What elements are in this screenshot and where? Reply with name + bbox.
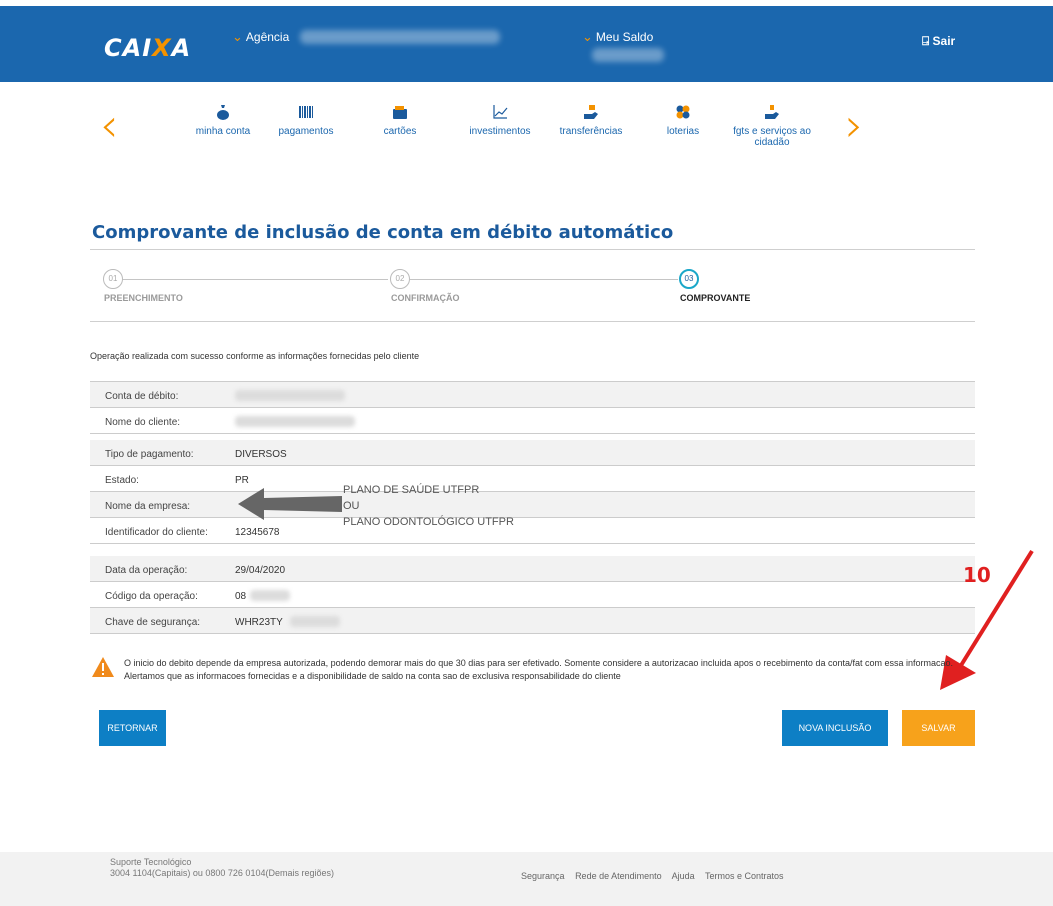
nome-label: Nome do cliente: [105,417,181,428]
detail-row-conta: Conta de débito: [90,382,975,408]
nav-label: fgts e serviços ao cidadão [733,126,811,148]
nav-label: loterias [666,126,700,137]
detail-row-data: Data da operação: 29/04/2020 [90,556,975,582]
annotation-line-2: OU [343,500,360,512]
header-bar: CAIXA ⌄ Agência ⌄ Meu Saldo ⍈ Sair [0,6,1053,82]
detail-group-operation: Data da operação: 29/04/2020 Código da o… [90,556,975,634]
salvar-button[interactable]: SALVAR [902,710,975,746]
page-title: Comprovante de inclusão de conta em débi… [92,222,674,243]
data-value: 29/04/2020 [235,565,286,576]
footer-links: Segurança Rede de Atendimento Ajuda Term… [521,871,792,881]
footer-link-termos[interactable]: Termos e Contratos [705,871,784,881]
codigo-blurred-value [250,590,290,601]
support-title: Suporte Tecnológico [110,857,192,867]
carousel-prev-arrow[interactable]: ‹ [100,102,118,148]
chevron-down-icon: ⌄ [232,29,243,44]
detail-row-empresa: Nome da empresa: [90,492,975,518]
nav-label: transferências [559,126,623,137]
caixa-logo[interactable]: CAIXA [104,34,191,62]
nav-item-minha-conta[interactable]: minha conta [193,104,253,137]
step-1-circle: 01 [103,269,123,289]
footer: Suporte Tecnológico 3004 1104(Capitais) … [0,852,1053,906]
footer-link-seguranca[interactable]: Segurança [521,871,565,881]
data-label: Data da operação: [105,565,188,576]
nav-item-fgts[interactable]: fgts e serviços ao cidadão [722,104,822,148]
detail-row-tipo: Tipo de pagamento: DIVERSOS [90,440,975,466]
nav-item-loterias[interactable]: loterias [661,104,705,137]
money-bag-icon [217,105,229,120]
saldo-dropdown[interactable]: ⌄ Meu Saldo [582,29,653,45]
step-2-label: CONFIRMAÇÃO [391,293,460,303]
detail-group-payment: Tipo de pagamento: DIVERSOS Estado: PR N… [90,440,975,544]
logout-label: Sair [932,34,956,48]
nav-item-transferencias[interactable]: transferências [555,104,627,137]
stepper-divider [90,321,975,322]
detail-row-estado: Estado: PR [90,466,975,492]
nav-label: cartões [383,126,417,137]
detail-group-account: Conta de débito: Nome do cliente: [90,381,975,434]
step-connector [120,279,388,280]
wallet-icon [393,106,407,119]
agencia-label: Agência [245,30,290,44]
retornar-button[interactable]: RETORNAR [99,710,166,746]
estado-label: Estado: [105,475,139,486]
agencia-blurred-info [300,30,500,44]
clover-icon [676,105,690,119]
success-message: Operação realizada com sucesso conforme … [90,351,420,361]
conta-label: Conta de débito: [105,391,179,402]
empresa-label: Nome da empresa: [105,501,191,512]
annotation-arrow-left-icon [238,488,342,520]
nome-blurred-value [235,416,355,427]
logout-button[interactable]: ⍈ Sair [922,34,955,49]
nova-inclusao-button[interactable]: NOVA INCLUSÃO [782,710,888,746]
step-connector [410,279,678,280]
detail-row-identificador: Identificador do cliente: 12345678 [90,518,975,544]
tipo-value: DIVERSOS [235,449,287,460]
conta-blurred-value [235,390,345,401]
title-divider [90,249,975,250]
nav-label: minha conta [195,126,251,137]
annotation-line-1: PLANO DE SAÚDE UTFPR [343,484,480,496]
saldo-label: Meu Saldo [595,30,654,44]
identificador-label: Identificador do cliente: [105,527,208,538]
agencia-dropdown[interactable]: ⌄ Agência [232,29,289,45]
chave-value: WHR23TY [235,617,283,628]
step-3-circle: 03 [679,269,699,289]
footer-link-rede[interactable]: Rede de Atendimento [575,871,662,881]
barcode-icon [299,106,313,118]
chave-blurred-value [290,616,340,627]
nav-label: pagamentos [278,126,334,137]
identificador-value: 12345678 [235,527,280,538]
carousel-next-arrow[interactable]: › [845,102,863,148]
detail-row-codigo: Código da operação: 08 [90,582,975,608]
nav-item-pagamentos[interactable]: pagamentos [271,104,341,137]
nav-label: investimentos [469,126,531,137]
support-phones: 3004 1104(Capitais) ou 0800 726 0104(Dem… [110,868,334,878]
warning-text: O inicio do debito depende da empresa au… [124,658,954,681]
warning-icon [92,657,114,677]
line-chart-icon [493,105,508,119]
step-1-label: PREENCHIMENTO [104,293,183,303]
chave-label: Chave de segurança: [105,617,201,628]
nav-item-investimentos[interactable]: investimentos [460,104,540,137]
saldo-blurred-value [592,48,664,62]
logout-icon: ⍈ [922,34,930,48]
codigo-label: Código da operação: [105,591,198,602]
step-3-label: COMPROVANTE [680,293,751,303]
footer-link-ajuda[interactable]: Ajuda [672,871,695,881]
step-2-circle: 02 [390,269,410,289]
annotation-line-3: PLANO ODONTOLÓGICO UTFPR [343,516,514,528]
detail-row-chave: Chave de segurança: WHR23TY [90,608,975,634]
tipo-label: Tipo de pagamento: [105,449,194,460]
nav-item-cartoes[interactable]: cartões [375,104,425,137]
chevron-down-icon: ⌄ [582,29,593,44]
detail-row-nome: Nome do cliente: [90,408,975,434]
codigo-value: 08 [235,591,247,602]
transfer-hand-icon [584,105,598,119]
support-info: Suporte Tecnológico 3004 1104(Capitais) … [110,857,334,879]
hand-service-icon [765,105,779,119]
